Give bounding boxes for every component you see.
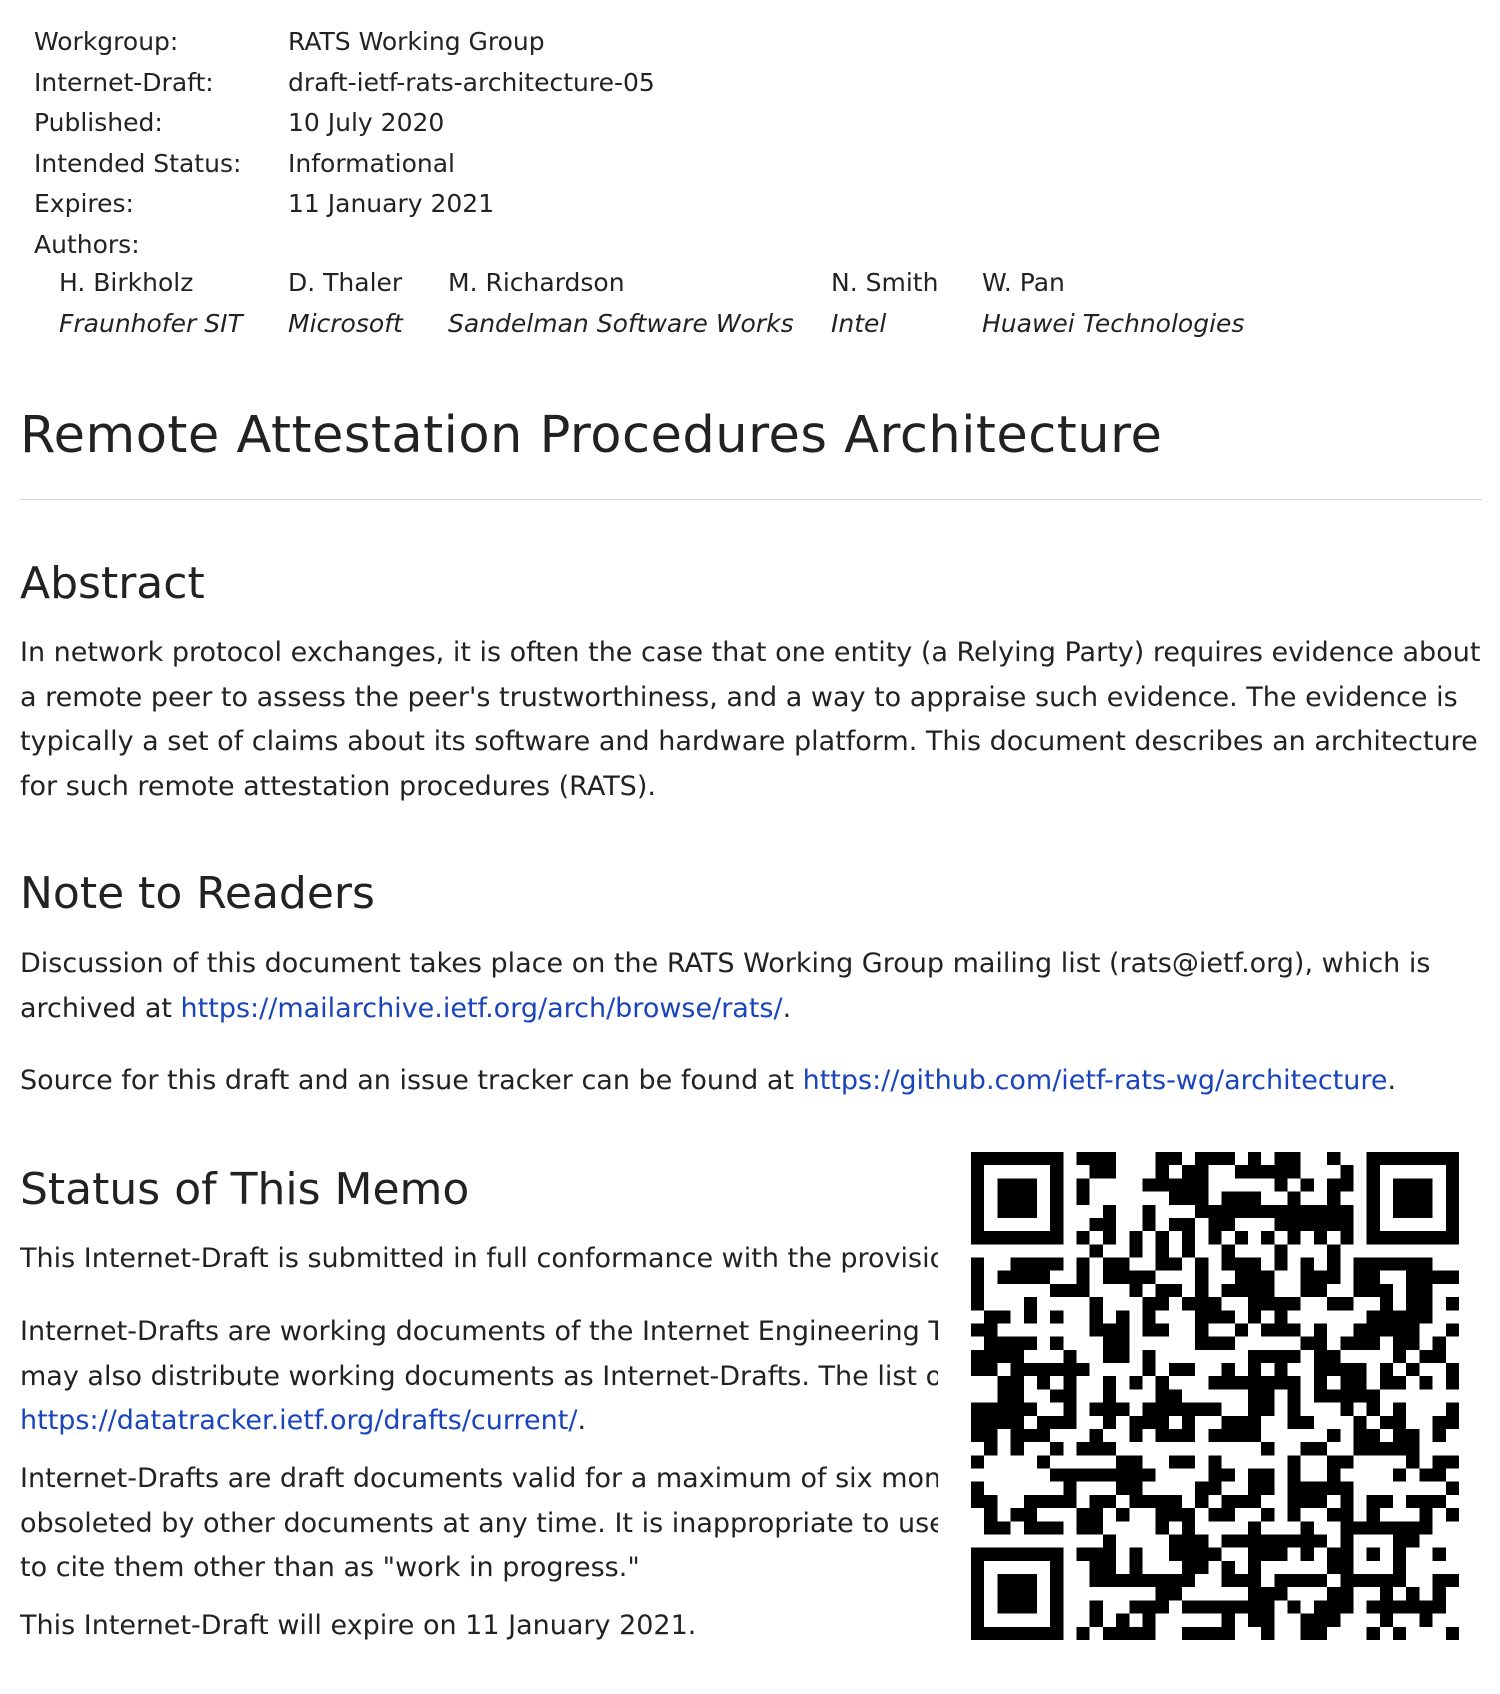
status-p3-line-1: Internet-Drafts are draft documents vali…: [20, 1463, 938, 1494]
meta-label: Published:: [34, 108, 163, 137]
meta-row-published: Published: 10 July 2020: [34, 103, 655, 144]
datatracker-link[interactable]: https://datatracker.ietf.org/drafts/curr…: [20, 1405, 577, 1436]
author-entry: N. Smith Intel: [831, 263, 938, 344]
author-org: Sandelman Software Works: [448, 308, 794, 338]
author-org: Fraunhofer SIT: [59, 308, 243, 338]
authors-list: H. Birkholz Fraunhofer SIT D. Thaler Mic…: [0, 263, 1500, 345]
meta-row-expires: Expires: 11 January 2021: [34, 184, 655, 225]
status-p2-end: .: [577, 1405, 587, 1436]
abstract-heading: Abstract: [20, 558, 205, 609]
status-heading: Status of This Memo: [20, 1164, 470, 1215]
document-title: Remote Attestation Procedures Architectu…: [20, 406, 1163, 465]
readers-p2-end: .: [1387, 1065, 1397, 1096]
readers-heading: Note to Readers: [20, 868, 375, 919]
author-name: N. Smith: [831, 268, 939, 297]
author-entry: W. Pan Huawei Technologies: [982, 263, 1244, 344]
author-entry: D. Thaler Microsoft: [288, 263, 403, 344]
author-name: D. Thaler: [288, 268, 403, 297]
author-name: H. Birkholz: [59, 268, 194, 297]
meta-label: Intended Status:: [34, 148, 242, 178]
meta-label: Internet-Draft:: [34, 67, 214, 97]
status-p3-line-2: obsoleted by other documents at any time…: [20, 1507, 938, 1539]
document-metadata: Workgroup: RATS Working Group Internet-D…: [34, 22, 655, 265]
meta-label: Expires:: [34, 189, 134, 218]
meta-row-intended-status: Intended Status: Informational: [34, 144, 655, 185]
author-org: Huawei Technologies: [982, 308, 1245, 338]
status-paragraph-2: Internet-Drafts are working documents of…: [20, 1310, 938, 1444]
meta-label: Workgroup:: [34, 27, 179, 56]
meta-value: RATS Working Group: [288, 27, 545, 56]
readers-paragraph-1: Discussion of this document takes place …: [20, 942, 1460, 1031]
status-p2-line-2: may also distribute working documents as…: [20, 1360, 938, 1392]
meta-row-authors: Authors:: [34, 225, 655, 266]
meta-row-internet-draft: Internet-Draft: draft-ietf-rats-architec…: [34, 63, 655, 104]
status-p2-line-1: Internet-Drafts are working documents of…: [20, 1316, 938, 1347]
author-org: Microsoft: [288, 308, 403, 338]
readers-p2-text: Source for this draft and an issue track…: [20, 1065, 803, 1096]
author-name: M. Richardson: [448, 268, 625, 297]
qr-code-icon: [971, 1152, 1459, 1640]
readers-paragraph-2: Source for this draft and an issue track…: [20, 1059, 1490, 1104]
meta-value: 11 January 2021: [288, 189, 495, 218]
readers-p1-end: .: [782, 992, 792, 1024]
meta-row-workgroup: Workgroup: RATS Working Group: [34, 22, 655, 63]
github-link[interactable]: https://github.com/ietf-rats-wg/architec…: [803, 1065, 1388, 1096]
abstract-text: In network protocol exchanges, it is oft…: [20, 637, 1481, 802]
meta-value: 10 July 2020: [288, 108, 445, 137]
mail-archive-link[interactable]: https://mailarchive.ietf.org/arch/browse…: [181, 993, 783, 1024]
status-paragraph-4: This Internet-Draft will expire on 11 Ja…: [20, 1610, 697, 1641]
meta-value: draft-ietf-rats-architecture-05: [288, 67, 655, 97]
author-entry: H. Birkholz Fraunhofer SIT: [59, 263, 243, 344]
authors-label: Authors:: [34, 229, 140, 259]
status-p3-line-3: to cite them other than as "work in prog…: [20, 1552, 640, 1583]
meta-value: Informational: [288, 148, 455, 178]
status-paragraph-1: This Internet-Draft is submitted in full…: [20, 1243, 938, 1274]
author-entry: M. Richardson Sandelman Software Works: [448, 263, 794, 344]
status-paragraph-3: Internet-Drafts are draft documents vali…: [20, 1457, 938, 1591]
title-divider: [20, 499, 1482, 500]
author-org: Intel: [831, 308, 887, 338]
author-name: W. Pan: [982, 268, 1065, 297]
